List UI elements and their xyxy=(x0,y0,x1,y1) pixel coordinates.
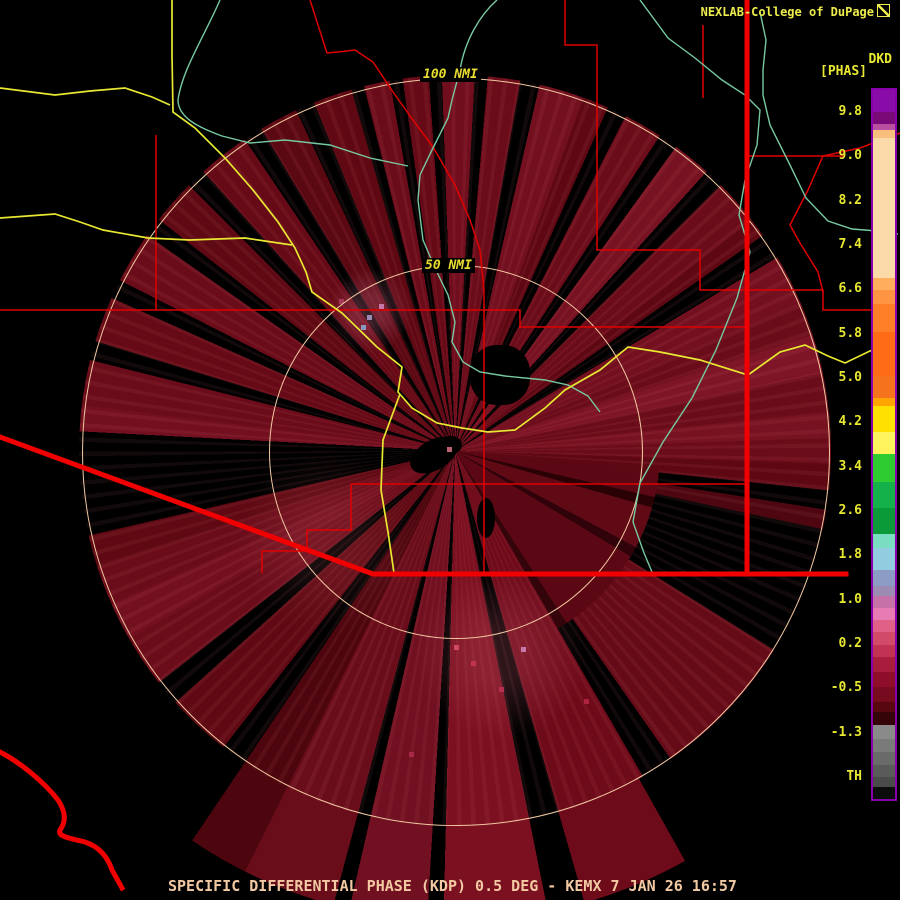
colorbar-tick-label: TH xyxy=(846,768,862,784)
colorbar-segment xyxy=(873,508,895,534)
colorbar-segment xyxy=(873,632,895,645)
colorbar-segment xyxy=(873,90,895,112)
colorbar-segment xyxy=(873,586,895,596)
radar-display: 100 NMI 50 NMI NEXLAB-College of DuPage … xyxy=(0,0,900,900)
colorbar-segment xyxy=(873,548,895,570)
colorbar-segment xyxy=(873,608,895,620)
colorbar-tick-label: 5.0 xyxy=(838,369,862,385)
colorbar-segment xyxy=(873,765,895,777)
product-caption: SPECIFIC DIFFERENTIAL PHASE (KDP) 0.5 DE… xyxy=(168,877,737,895)
colorbar-tick-label: 0.2 xyxy=(838,635,862,651)
colorbar-tick-label: -1.3 xyxy=(830,724,862,740)
cod-logo-icon xyxy=(877,4,890,17)
colorbar-segment xyxy=(873,406,895,432)
colorbar-segment xyxy=(873,304,895,332)
colorbar-segment xyxy=(873,398,895,406)
colorbar-segment xyxy=(873,376,895,398)
county-line xyxy=(309,0,485,573)
colorbar-segment xyxy=(873,620,895,632)
map-overlay xyxy=(0,0,900,892)
highway-line xyxy=(0,87,171,106)
range-ring-label-100: 100 NMI xyxy=(420,67,481,82)
colorbar-segment xyxy=(873,739,895,752)
colorbar-segment xyxy=(873,534,895,548)
colorbar-segment xyxy=(873,482,895,508)
colorbar-segment xyxy=(873,787,895,799)
colorbar-tick-label: 6.6 xyxy=(838,281,862,297)
colorbar-segment xyxy=(873,138,895,278)
river-line xyxy=(632,0,761,573)
colorbar-segment xyxy=(873,290,895,304)
colorbar-segment xyxy=(873,454,895,482)
colorbar-tick-label: 3.4 xyxy=(838,458,862,474)
colorbar-tick-label: 5.8 xyxy=(838,325,862,341)
river-line xyxy=(177,0,409,167)
color-scale-bar xyxy=(871,88,897,801)
colorbar-tick-label: 2.6 xyxy=(838,502,862,518)
highway-line xyxy=(171,0,896,433)
color-scale-ticks: 9.8 9.0 8.2 7.4 6.6 5.8 5.0 4.2 3.4 2.6 1.8 1.0 0.2 -… xyxy=(810,0,862,900)
colorbar-segment xyxy=(873,332,895,376)
colorbar-segment xyxy=(873,725,895,739)
colorbar-tick-label: 1.8 xyxy=(838,547,862,563)
colorbar-segment xyxy=(873,130,895,138)
river-lines xyxy=(177,0,899,573)
colorbar-tick-label: 7.4 xyxy=(838,236,862,252)
colorbar-tick-label: -0.5 xyxy=(830,680,862,696)
border-road-line xyxy=(0,749,126,892)
colorbar-segment xyxy=(873,570,895,586)
colorbar-tick-label: 9.0 xyxy=(838,148,862,164)
colorbar-tick-label: 4.2 xyxy=(838,414,862,430)
colorbar-segment xyxy=(873,596,895,608)
county-line xyxy=(0,309,747,328)
colorbar-segment xyxy=(873,672,895,687)
colorbar-segment xyxy=(873,687,895,702)
river-line xyxy=(417,0,601,413)
colorbar-tick-label: 9.8 xyxy=(838,104,862,119)
colorbar-segment xyxy=(873,278,895,290)
colorbar-segment xyxy=(873,712,895,725)
colorbar-segment xyxy=(873,645,895,657)
colorbar-segment xyxy=(873,702,895,712)
colorbar-segment xyxy=(873,657,895,672)
international-border-line xyxy=(0,434,849,577)
colorbar-segment xyxy=(873,752,895,765)
highway-line xyxy=(0,213,293,246)
product-id-label: DKD xyxy=(868,52,892,67)
colorbar-tick-label: 1.0 xyxy=(838,591,862,607)
colorbar-segment xyxy=(873,432,895,454)
colorbar-tick-label: 8.2 xyxy=(838,192,862,208)
range-ring-label-50: 50 NMI xyxy=(422,258,475,273)
colorbar-segment xyxy=(873,112,895,124)
colorbar-segment xyxy=(873,777,895,787)
